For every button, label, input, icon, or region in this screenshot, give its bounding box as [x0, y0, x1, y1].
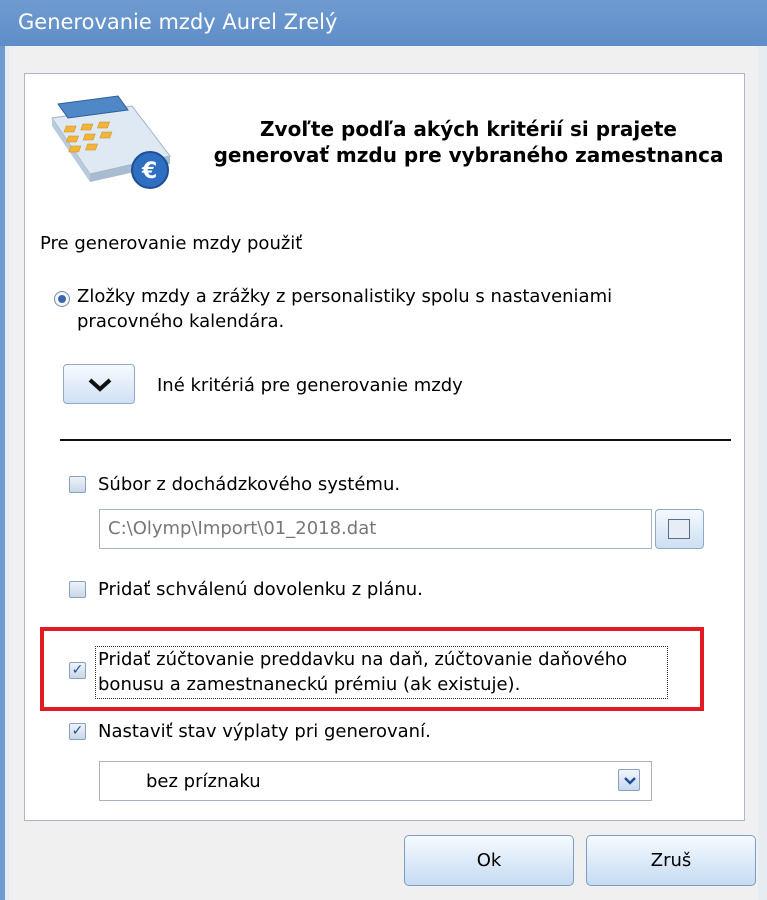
- vacation-label: Pridať schválenú dovolenku z plánu.: [98, 579, 423, 600]
- dialog-heading: Zvoľte podľa akých kritérií si prajete g…: [0, 116, 767, 168]
- heading-line-2: generovať mzdu pre vybraného zamestnanca: [213, 143, 724, 167]
- tax-label-line-1: Pridať zúčtovanie preddavku na daň, zúčt…: [98, 649, 628, 670]
- attendance-file-path[interactable]: C:\Olymp\Import\01_2018.dat: [99, 509, 652, 549]
- radio-label-line-2: pracovného kalendára.: [77, 311, 285, 332]
- cancel-button[interactable]: Zruš: [586, 835, 756, 886]
- radio-label-line-1: Zložky mzdy a zrážky z personalistiky sp…: [77, 286, 613, 307]
- tax-settlement-checkbox[interactable]: ✓: [69, 662, 86, 679]
- payout-status-checkbox[interactable]: ✓: [69, 723, 86, 740]
- attendance-label: Súbor z dochádzkového systému.: [98, 474, 401, 495]
- dropdown-arrow[interactable]: [618, 769, 640, 791]
- browse-button[interactable]: [655, 509, 704, 549]
- payout-label: Nastaviť stav výplaty pri generovaní.: [98, 721, 431, 742]
- vacation-checkbox[interactable]: [69, 581, 86, 598]
- radio-personnel-components[interactable]: [54, 291, 70, 307]
- tax-label-line-2: bonusu a zamestnaneckú prémiu (ak existu…: [98, 674, 521, 695]
- chevron-down-icon: [88, 378, 112, 392]
- ok-button[interactable]: Ok: [404, 835, 574, 886]
- title-bar: Generovanie mzdy Aurel Zrelý: [0, 0, 767, 46]
- payout-status-value: bez príznaku: [146, 771, 261, 792]
- browse-file-icon: [668, 519, 690, 539]
- window-frame-left: [0, 46, 9, 900]
- chevron-down-icon: [624, 777, 636, 785]
- divider: [60, 439, 731, 441]
- heading-line-1: Zvoľte podľa akých kritérií si prajete: [260, 117, 677, 141]
- expander-label: Iné kritériá pre generovanie mzdy: [157, 375, 463, 396]
- section-label: Pre generovanie mzdy použiť: [40, 233, 303, 254]
- window-title: Generovanie mzdy Aurel Zrelý: [18, 10, 338, 34]
- attendance-checkbox[interactable]: [69, 476, 86, 493]
- payout-status-select[interactable]: bez príznaku: [99, 761, 652, 801]
- expand-criteria-button[interactable]: [63, 364, 135, 404]
- window-frame-right: [758, 46, 767, 900]
